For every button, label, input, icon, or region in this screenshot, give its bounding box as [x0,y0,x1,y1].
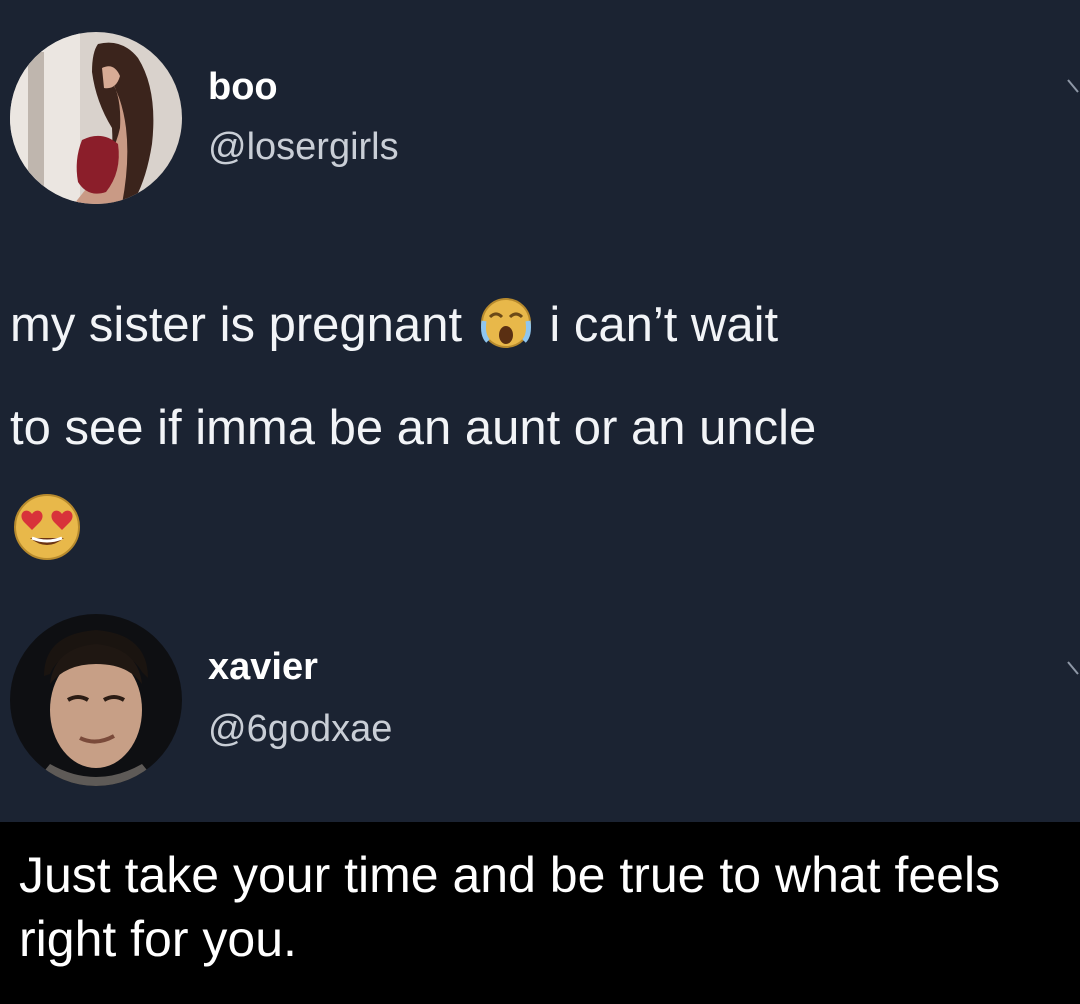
avatar-xavier-image [10,614,182,786]
tweet-text-line-1b: i can’t wait [549,298,779,352]
tweet-1: boo @losergirls my sister is pregnant i … [0,0,1080,590]
handle-losergirls[interactable]: @losergirls [208,126,399,169]
tweet-text-line-1a: my sister is pregnant [10,298,463,352]
avatar-boo[interactable] [10,32,182,204]
avatar-xavier[interactable] [10,614,182,786]
chevron-down-icon[interactable] [1066,78,1080,102]
tweet-2: xavier @6godxae [0,600,1080,822]
display-name-boo[interactable]: boo [208,66,278,109]
crying-face-emoji-icon [476,295,536,371]
handle-6godxae[interactable]: @6godxae [208,708,392,751]
heart-eyes-emoji-icon [12,492,82,567]
chevron-down-icon[interactable] [1066,660,1080,684]
tweet-text-line-2: to see if imma be an aunt or an uncle [10,401,817,455]
caption-text: Just take your time and be true to what … [19,847,1001,967]
tweet-text-line-1: my sister is pregnant i can’t wait [10,290,1080,371]
avatar-boo-image [10,32,182,204]
display-name-xavier[interactable]: xavier [208,646,318,689]
tweet-text: my sister is pregnant i can’t wait to se… [10,290,1080,464]
